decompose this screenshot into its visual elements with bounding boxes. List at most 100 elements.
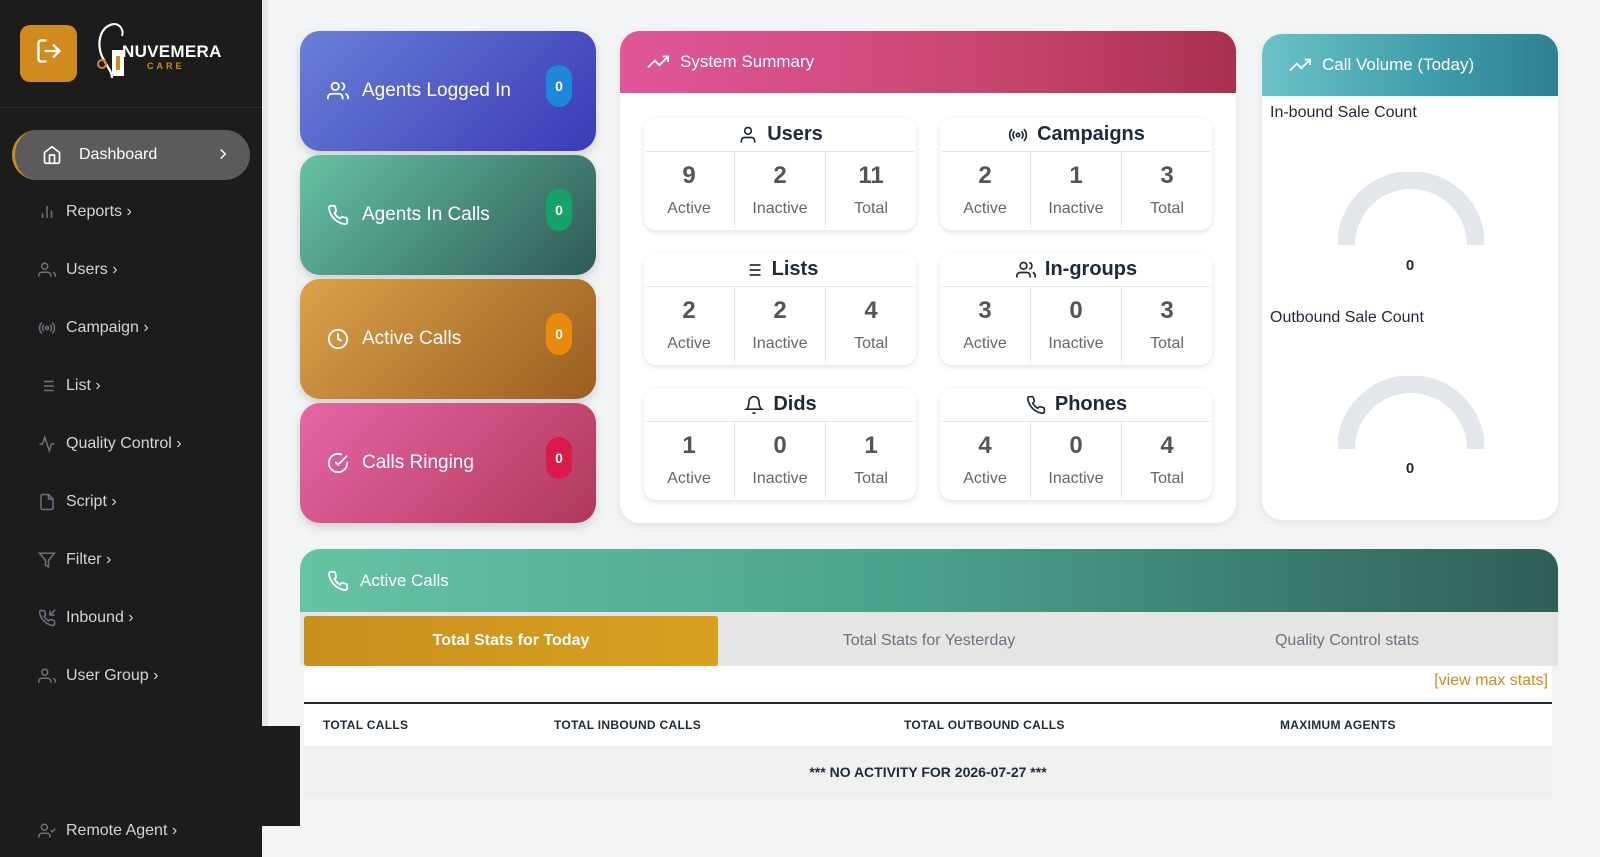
sidebar-item-reports[interactable]: Reports › [36,192,132,232]
total-label: Total [1150,470,1184,487]
count-badge: 0 [546,65,572,107]
call-volume-header: Call Volume (Today) [1262,34,1558,96]
tab-yesterday[interactable]: Total Stats for Yesterday [724,616,1134,666]
users-icon [36,259,58,281]
active-count: 4 [978,432,992,459]
count-badge: 0 [546,313,572,355]
summary-col-total: 3 Total [1122,152,1212,228]
active-count: 2 [682,297,696,324]
view-max-stats-link[interactable]: [view max stats] [1434,672,1548,690]
bar-chart-icon [36,201,58,223]
sidebar-item-label: Script › [66,493,117,510]
users-icon [36,665,58,687]
filter-icon [36,549,58,571]
sidebar-item-label: Users › [66,261,118,278]
clock-icon [326,327,350,351]
summary-col-total: 4 Total [826,287,916,363]
sidebar-item-campaign[interactable]: Campaign › [36,308,149,348]
tab-quality-control[interactable]: Quality Control stats [1140,616,1554,666]
inbound-sale-label: In-bound Sale Count [1270,104,1417,121]
summary-campaigns-box: Campaigns 2 Active 1 Inactive 3 Total [940,118,1212,230]
stats-table-header: TOTAL CALLS TOTAL INBOUND CALLS TOTAL OU… [304,702,1552,746]
tab-today[interactable]: Total Stats for Today [304,616,718,666]
summary-col-active: 2 Active [644,287,735,363]
inactive-label: Inactive [752,335,808,352]
total-count: 1 [864,432,878,459]
active-count: 1 [682,432,696,459]
summary-col-inactive: 0 Inactive [735,422,826,498]
summary-box-title-text: Phones [1054,393,1128,415]
total-label: Total [1150,335,1184,352]
column-header: TOTAL OUTBOUND CALLS [904,718,1065,732]
logout-icon [35,37,63,70]
sidebar-item-users[interactable]: Users › [36,250,118,290]
total-label: Total [854,470,888,487]
sidebar-item-list[interactable]: List › [36,366,101,406]
active-calls-title: Active Calls [360,570,449,590]
logout-button[interactable] [20,25,77,82]
agents-in-calls-card[interactable]: Agents In Calls 0 [300,155,596,275]
summary-col-inactive: 2 Inactive [735,152,826,228]
total-count: 3 [1160,297,1174,324]
card-label: Agents Logged In [362,80,511,101]
summary-col-active: 2 Active [940,152,1031,228]
total-count: 3 [1160,162,1174,189]
system-summary-title: System Summary [680,52,815,71]
sidebar-item-script[interactable]: Script › [36,482,117,522]
summary-col-inactive: 0 Inactive [1031,287,1122,363]
system-summary-header: System Summary [620,31,1236,93]
count-badge: 0 [546,437,572,479]
phone-icon [1025,394,1047,416]
sidebar-edge [262,0,268,726]
summary-box-title: In-groups [942,253,1210,287]
user-check-icon [36,820,58,842]
sidebar-item-dashboard[interactable]: Dashboard [12,130,250,180]
sidebar: NUVEMERA CARE Dashboard Reports › Users … [0,0,262,857]
active-count: 2 [978,162,992,189]
summary-col-active: 4 Active [940,422,1031,498]
summary-box-title-text: Users [767,123,823,145]
file-icon [36,491,58,513]
active-label: Active [963,200,1007,217]
sidebar-item-quality-control[interactable]: Quality Control › [36,424,182,464]
sidebar-item-inbound[interactable]: Inbound › [36,598,134,638]
sidebar-item-remote-agent[interactable]: Remote Agent › [36,811,177,851]
system-summary-panel: System Summary Users 9 Active 2 Inactive 1… [620,31,1236,523]
users-icon [1015,259,1037,281]
inbound-gauge [1338,172,1484,246]
sidebar-item-label: Remote Agent › [66,822,178,839]
active-calls-card[interactable]: Active Calls 0 [300,279,596,399]
calls-ringing-card[interactable]: Calls Ringing 0 [300,403,596,523]
outbound-gauge [1338,376,1484,450]
sidebar-overflow-block [262,726,300,826]
summary-col-total: 11 Total [826,152,916,228]
inactive-label: Inactive [752,200,808,217]
bell-icon [743,394,765,416]
no-activity-message: *** NO ACTIVITY FOR 2026-07-27 *** [304,746,1552,797]
summary-col-inactive: 1 Inactive [1031,152,1122,228]
chevron-right-icon [214,145,232,168]
sidebar-item-label: Reports › [66,203,132,220]
summary-col-active: 9 Active [644,152,735,228]
summary-col-active: 3 Active [940,287,1031,363]
sidebar-item-user-group[interactable]: User Group › [36,656,158,696]
inactive-count: 2 [773,162,787,189]
phone-icon [326,203,350,227]
users-icon [326,79,350,103]
summary-box-title-text: In-groups [1044,258,1138,280]
brand-area: NUVEMERA CARE [0,0,262,108]
summary-col-total: 3 Total [1122,287,1212,363]
phone-incoming-icon [36,607,58,629]
outbound-gauge-value: 0 [1405,460,1415,477]
summary-box-title: Campaigns [942,118,1210,152]
agents-logged-in-card[interactable]: Agents Logged In 0 [300,31,596,151]
user-icon [737,124,759,146]
brand-name: NUVEMERA [122,42,222,61]
column-header: MAXIMUM AGENTS [1280,718,1396,732]
summary-box-title: Users [646,118,914,152]
sidebar-item-label: Campaign › [66,319,149,336]
inactive-label: Inactive [1048,335,1104,352]
inactive-count: 1 [1069,162,1083,189]
sidebar-item-label: Dashboard [79,146,158,163]
sidebar-item-filter[interactable]: Filter › [36,540,111,580]
